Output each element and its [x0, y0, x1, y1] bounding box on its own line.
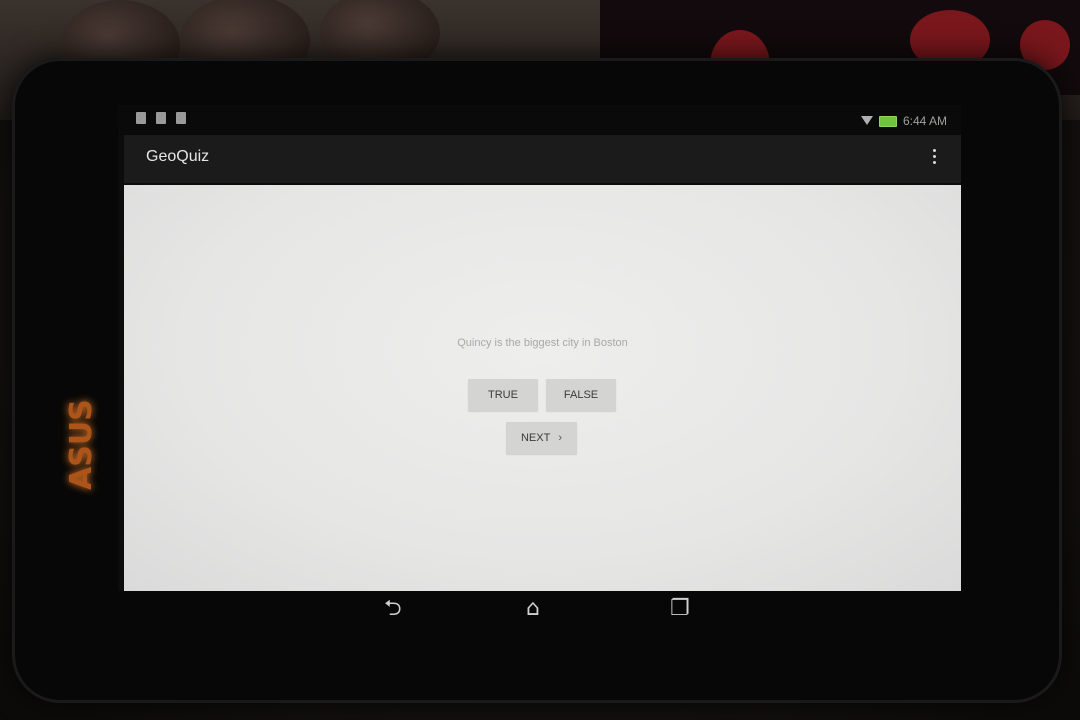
status-bar: 6:44 AM [118, 105, 961, 135]
notification-icon [136, 112, 146, 124]
wifi-icon [860, 116, 873, 126]
brand-logo: ASUS [64, 399, 99, 490]
chevron-right-icon: › [558, 432, 562, 444]
system-status: 6:44 AM [860, 114, 947, 128]
question-text: Quincy is the biggest city in Boston [457, 337, 628, 349]
back-icon[interactable]: ⮌ [384, 598, 402, 620]
app-title: GeoQuiz [146, 148, 210, 165]
tablet-screen: 6:44 AM GeoQuiz Quincy is the biggest ci… [118, 105, 961, 591]
notification-icons [136, 112, 186, 124]
quiz-content: Quincy is the biggest city in Boston TRU… [124, 185, 961, 591]
notification-icon [156, 112, 166, 124]
navigation-bar: ⮌ ⌂ ❐ [118, 592, 961, 634]
false-button[interactable]: FALSE [546, 379, 616, 411]
action-bar: GeoQuiz [124, 135, 961, 183]
notification-icon [176, 112, 186, 124]
battery-icon [878, 115, 897, 127]
next-button[interactable]: NEXT › [506, 422, 577, 454]
recent-apps-icon[interactable]: ❐ [670, 598, 690, 620]
true-button[interactable]: TRUE [468, 379, 538, 411]
photo-scene: ASUS 6:44 AM GeoQuiz Quincy is the bigge… [0, 0, 1080, 720]
overflow-menu-icon[interactable] [933, 149, 937, 167]
clock: 6:44 AM [902, 114, 947, 128]
home-icon[interactable]: ⌂ [526, 598, 540, 620]
next-button-label: NEXT [520, 432, 551, 444]
